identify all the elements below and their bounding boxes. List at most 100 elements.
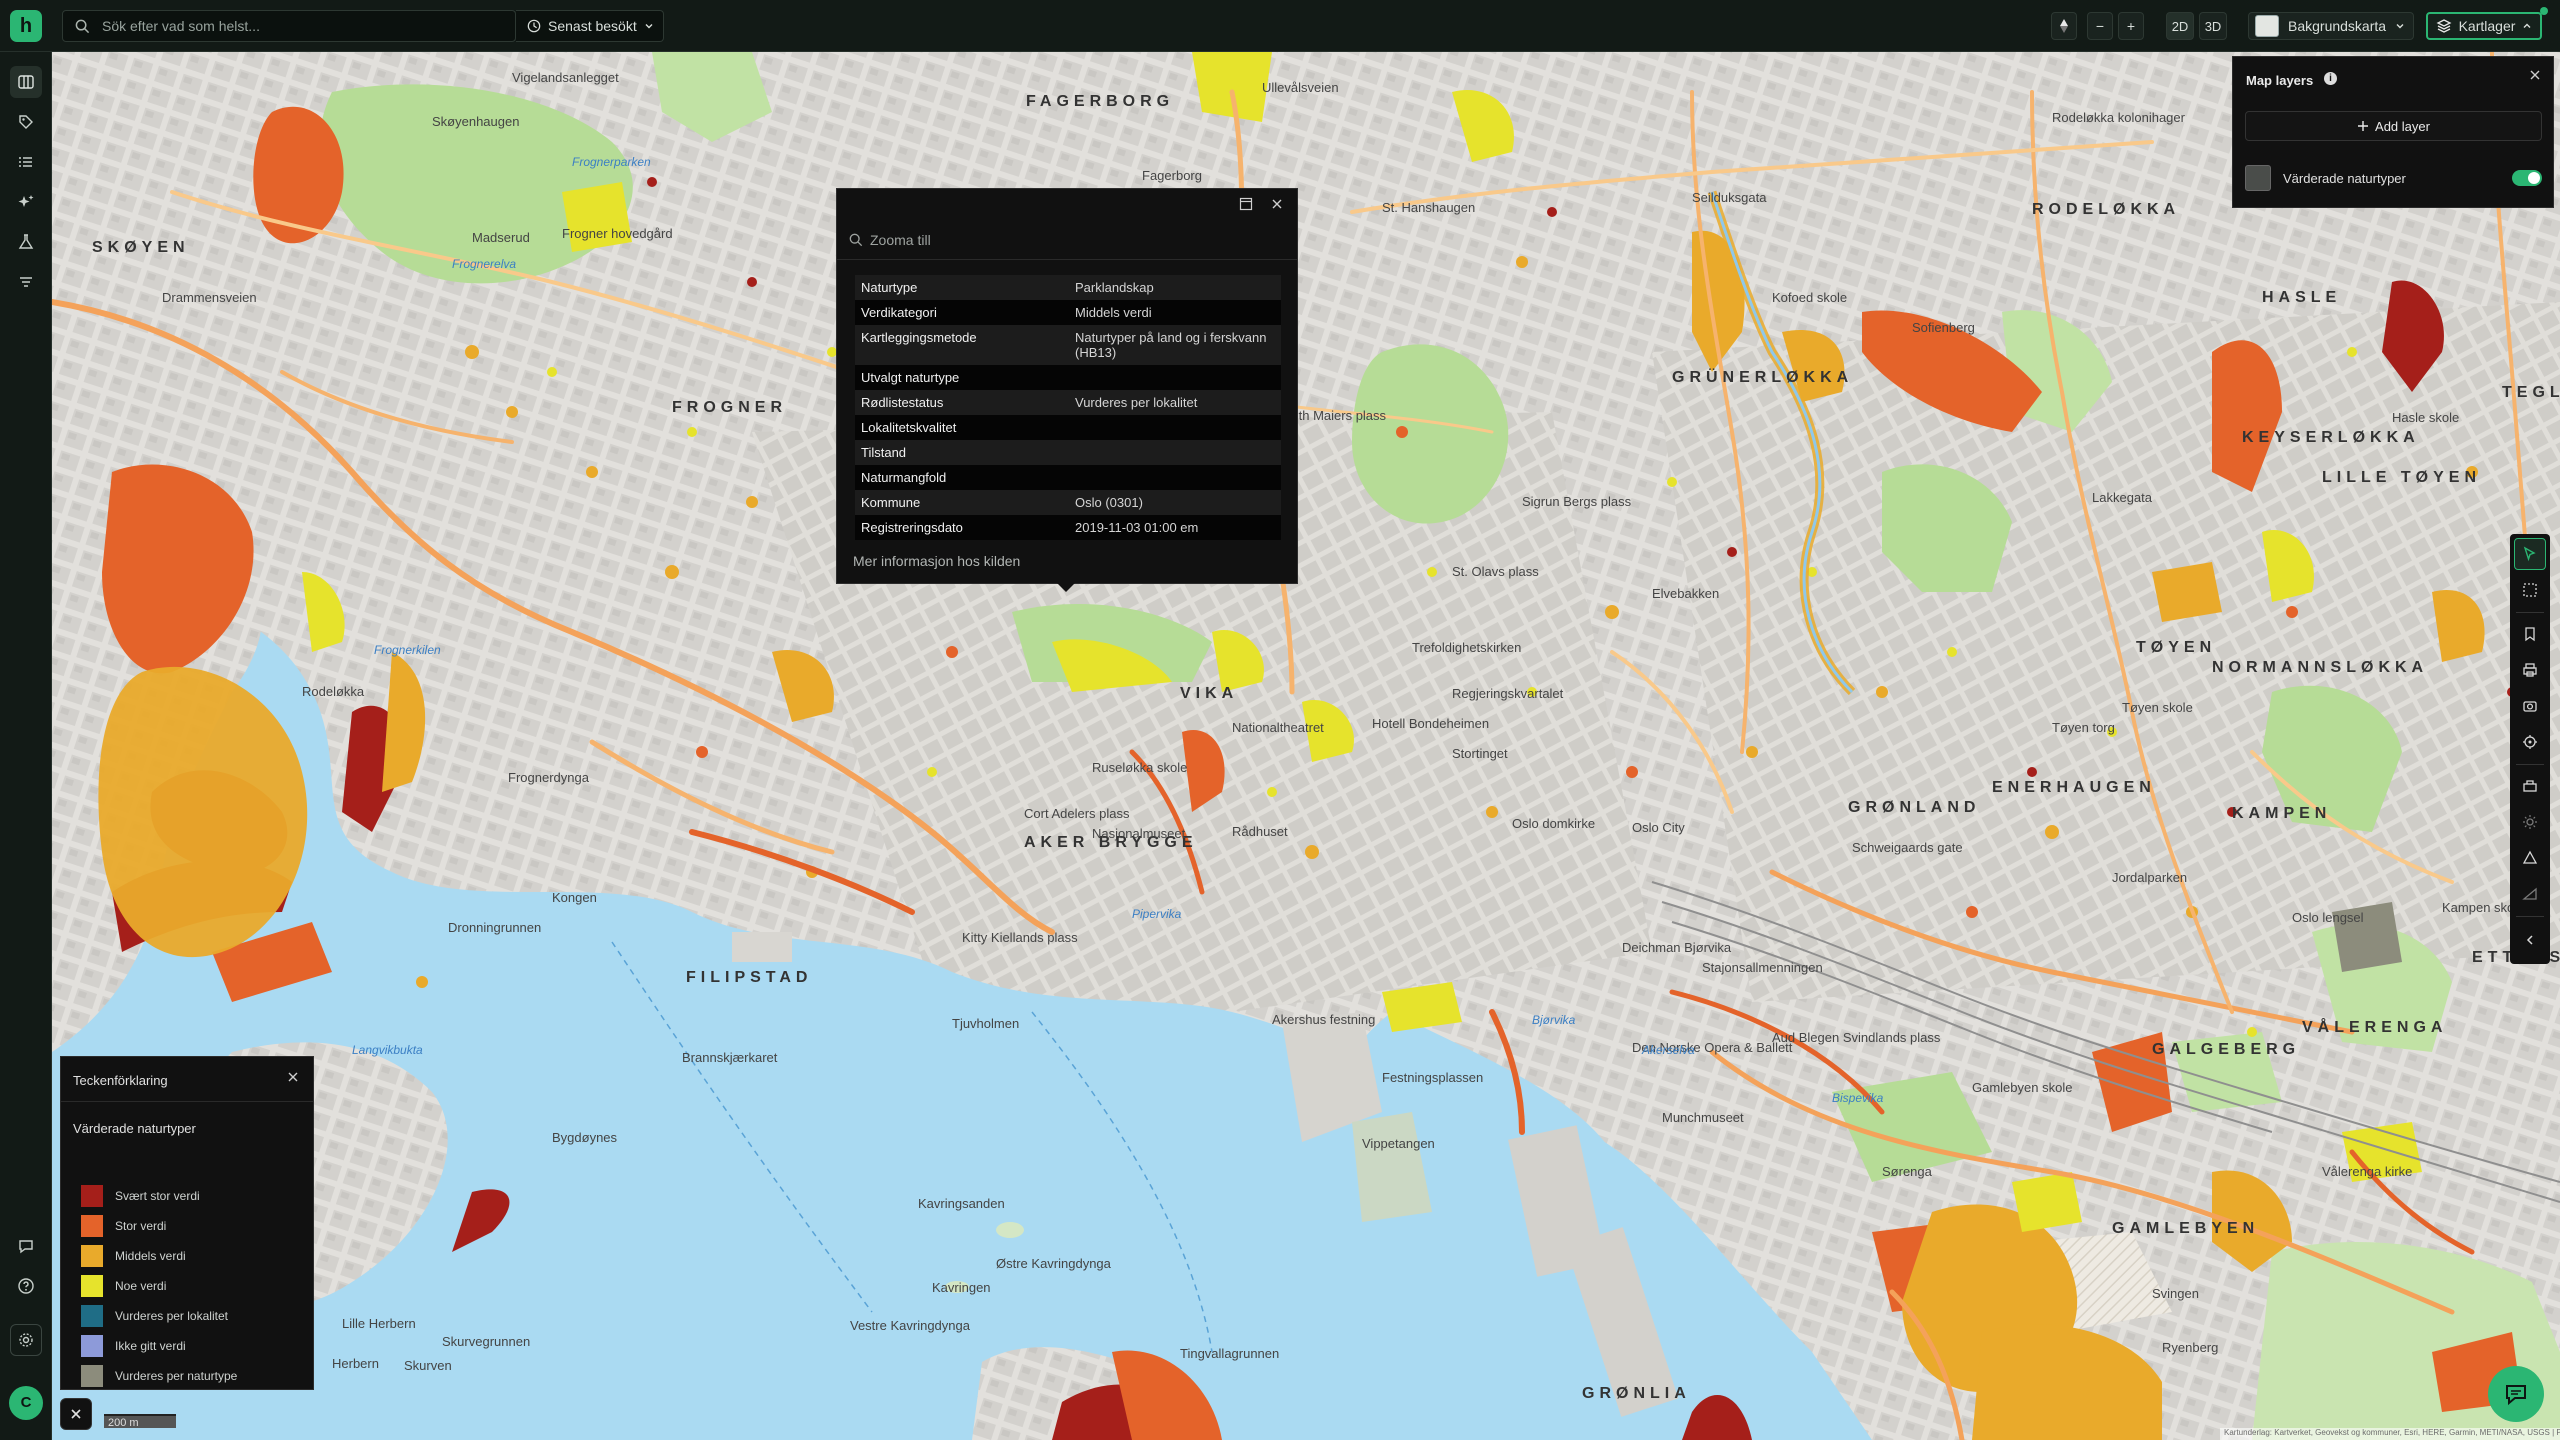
- legend-item: Middels verdi: [81, 1245, 186, 1267]
- search-input[interactable]: [100, 17, 500, 35]
- close-icon: [71, 1409, 81, 1419]
- attribute-row: Rødlistestatus Vurderes per lokalitet: [855, 390, 1281, 415]
- svg-text:Frogner hovedgård: Frogner hovedgård: [562, 226, 673, 241]
- rail-tag-button[interactable]: [10, 106, 42, 138]
- svg-text:Nasjonalmuseet: Nasjonalmuseet: [1092, 826, 1186, 841]
- search-box[interactable]: [62, 10, 516, 42]
- close-icon[interactable]: [287, 1071, 299, 1083]
- svg-text:VÅLERENGA: VÅLERENGA: [2302, 1017, 2447, 1036]
- svg-text:Vestre Kavringdynga: Vestre Kavringdynga: [850, 1318, 971, 1333]
- layer-thumbnail: [2245, 165, 2271, 191]
- svg-text:Tjuvholmen: Tjuvholmen: [952, 1016, 1019, 1031]
- mode-3d-label: 3D: [2204, 18, 2222, 34]
- svg-text:Akershus festning: Akershus festning: [1272, 1012, 1375, 1027]
- basemap-label: Bakgrundskarta: [2288, 18, 2387, 34]
- legend-label: Ikke gitt verdi: [115, 1339, 186, 1353]
- svg-text:Skurvegrunnen: Skurvegrunnen: [442, 1334, 530, 1349]
- dock-icon[interactable]: [1239, 197, 1253, 211]
- screenshot-button[interactable]: [2514, 690, 2546, 722]
- svg-text:Herbern: Herbern: [332, 1356, 379, 1371]
- export-button[interactable]: [2514, 770, 2546, 802]
- zoom-in-button[interactable]: +: [2118, 12, 2144, 40]
- mode-2d-button[interactable]: 2D: [2166, 12, 2194, 40]
- attribute-row: Registreringsdato 2019-11-03 01:00 em: [855, 515, 1281, 540]
- zoom-to-button[interactable]: Zooma till: [849, 229, 1285, 251]
- svg-text:Aud Blegen Svindlands plass: Aud Blegen Svindlands plass: [1772, 1030, 1941, 1045]
- compass-button[interactable]: [2051, 12, 2077, 40]
- layer-item[interactable]: Värderade naturtyper: [2245, 163, 2542, 193]
- line-of-sight-icon: [2522, 887, 2537, 900]
- rail-lab-button[interactable]: [10, 226, 42, 258]
- close-icon[interactable]: [2529, 69, 2541, 81]
- map-layers-button[interactable]: Kartlager: [2426, 12, 2542, 40]
- map-svg[interactable]: FAGERBORG RODELØKKA SKØYEN FROGNER GRÜNE…: [52, 52, 2560, 1440]
- collapse-toolbar-button[interactable]: [2514, 924, 2546, 956]
- svg-text:Stortinget: Stortinget: [1452, 746, 1508, 761]
- svg-text:Frognerparken: Frognerparken: [572, 155, 651, 169]
- zoom-to-icon: [849, 233, 863, 247]
- add-layer-label: Add layer: [2375, 118, 2430, 134]
- map-layers-panel: Map layers i Add layer Värderade naturty…: [2232, 56, 2554, 208]
- info-icon[interactable]: i: [2324, 72, 2337, 85]
- bookmark-button[interactable]: [2514, 618, 2546, 650]
- gear-icon: [19, 1333, 33, 1347]
- attribute-row: Utvalgt naturtype: [855, 365, 1281, 390]
- legend-item: Ikke gitt verdi: [81, 1335, 186, 1357]
- locate-button[interactable]: [2514, 726, 2546, 758]
- add-layer-button[interactable]: Add layer: [2245, 111, 2542, 141]
- attribute-value: [1069, 365, 1281, 390]
- svg-text:Madserud: Madserud: [472, 230, 530, 245]
- attribute-key: Registreringsdato: [855, 515, 1069, 540]
- print-button[interactable]: [2514, 654, 2546, 686]
- more-info-link[interactable]: Mer informasjon hos kilden: [853, 553, 1020, 569]
- legend-label: Vurderes per lokalitet: [115, 1309, 228, 1323]
- svg-text:Oslo City: Oslo City: [1632, 820, 1685, 835]
- bookmark-icon: [2525, 627, 2535, 642]
- rail-filter-button[interactable]: [10, 266, 42, 298]
- svg-text:Langvikbukta: Langvikbukta: [352, 1043, 423, 1057]
- user-avatar[interactable]: C: [9, 1386, 43, 1420]
- svg-text:Cort Adelers plass: Cort Adelers plass: [1024, 806, 1130, 821]
- rectangle-select-button[interactable]: [2514, 574, 2546, 606]
- mode-2d-label: 2D: [2171, 18, 2189, 34]
- svg-text:Tøyen torg: Tøyen torg: [2052, 720, 2115, 735]
- rail-help-button[interactable]: [10, 1270, 42, 1302]
- rail-ai-button[interactable]: [10, 186, 42, 218]
- attribute-table: Naturtype Parklandskap Verdikategori Middel…: [855, 275, 1281, 540]
- legend-swatch: [81, 1365, 103, 1387]
- legend-label: Middels verdi: [115, 1249, 186, 1263]
- clear-button[interactable]: [60, 1398, 92, 1430]
- svg-text:Vigelandsanlegget: Vigelandsanlegget: [512, 70, 619, 85]
- svg-text:Lakkegata: Lakkegata: [2092, 490, 2153, 505]
- measure-button[interactable]: [2514, 842, 2546, 874]
- mode-3d-button[interactable]: 3D: [2199, 12, 2227, 40]
- daylight-button[interactable]: [2514, 806, 2546, 838]
- zoom-out-button[interactable]: −: [2087, 12, 2113, 40]
- app-logo[interactable]: h: [10, 10, 42, 42]
- svg-text:St. Hanshaugen: St. Hanshaugen: [1382, 200, 1475, 215]
- close-icon[interactable]: [1271, 198, 1283, 210]
- select-tool-button[interactable]: [2514, 538, 2546, 570]
- list-icon: [19, 157, 32, 167]
- toolbar-divider: [2516, 764, 2544, 765]
- attribute-row: Tilstand: [855, 440, 1281, 465]
- popup-divider: [837, 259, 1297, 260]
- recent-visited-button[interactable]: Senast besökt: [516, 10, 664, 42]
- top-bar: h Senast besökt − + 2D 3D Bakgrundskarta…: [0, 0, 2560, 52]
- basemap-button[interactable]: Bakgrundskarta: [2248, 12, 2414, 40]
- line-of-sight-button[interactable]: [2514, 878, 2546, 910]
- map-canvas[interactable]: FAGERBORG RODELØKKA SKØYEN FROGNER GRÜNE…: [52, 52, 2560, 1440]
- svg-text:VIKA: VIKA: [1180, 685, 1238, 702]
- rail-list-button[interactable]: [10, 146, 42, 178]
- svg-text:Festningsplassen: Festningsplassen: [1382, 1070, 1483, 1085]
- rail-settings-button[interactable]: [10, 1324, 42, 1356]
- rail-feedback-button[interactable]: [10, 1230, 42, 1262]
- rail-map-button[interactable]: [10, 66, 42, 98]
- attribute-key: Kartleggingsmetode: [855, 325, 1069, 365]
- attribute-value: [1069, 415, 1281, 440]
- chat-button[interactable]: [2488, 1366, 2544, 1422]
- legend-item: Svært stor verdi: [81, 1185, 200, 1207]
- svg-text:Hasle skole: Hasle skole: [2392, 410, 2459, 425]
- svg-text:Rodeløkka kolonihager: Rodeløkka kolonihager: [2052, 110, 2186, 125]
- layer-visibility-toggle[interactable]: [2512, 170, 2542, 186]
